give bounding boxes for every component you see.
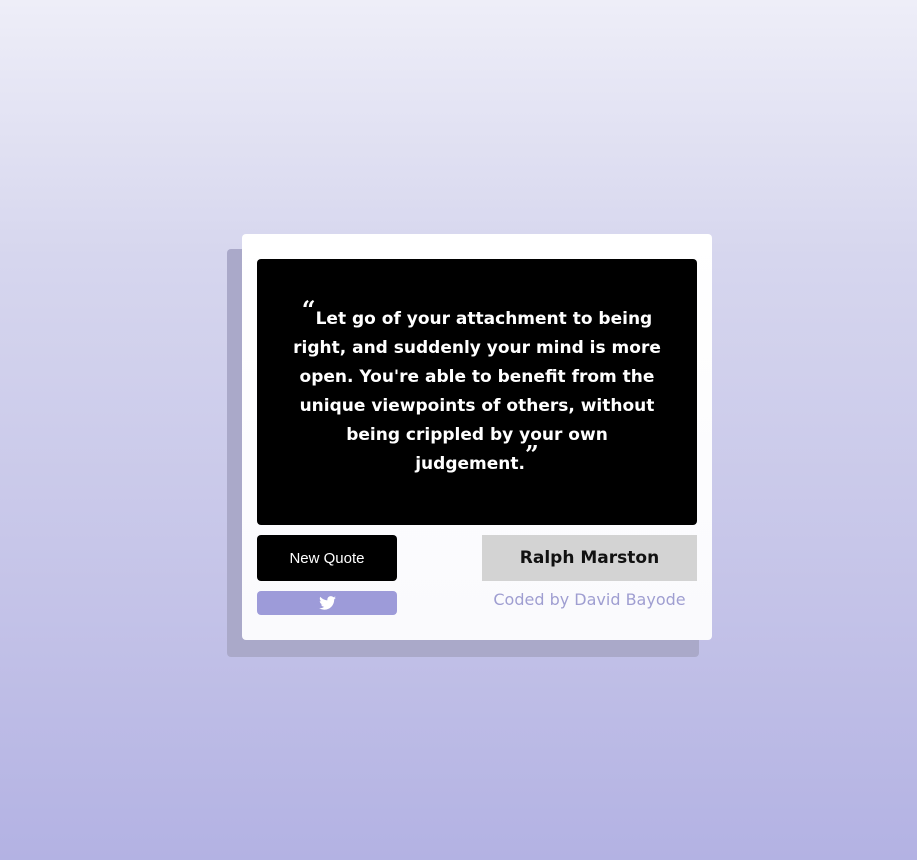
quote-box: “Let go of your attachment to being righ…: [257, 259, 697, 525]
twitter-icon: [318, 596, 336, 610]
author-name: Ralph Marston: [482, 535, 697, 581]
quote-text: Let go of your attachment to being right…: [293, 309, 661, 474]
open-quote-mark: “: [301, 295, 316, 324]
new-quote-button[interactable]: New Quote: [257, 535, 397, 581]
quote-card: “Let go of your attachment to being righ…: [242, 234, 712, 640]
credit-text: Coded by David Bayode: [493, 590, 686, 609]
close-quote-mark: ”: [524, 440, 539, 469]
tweet-quote-button[interactable]: [257, 591, 397, 615]
quote-text-container: “Let go of your attachment to being righ…: [292, 298, 662, 479]
